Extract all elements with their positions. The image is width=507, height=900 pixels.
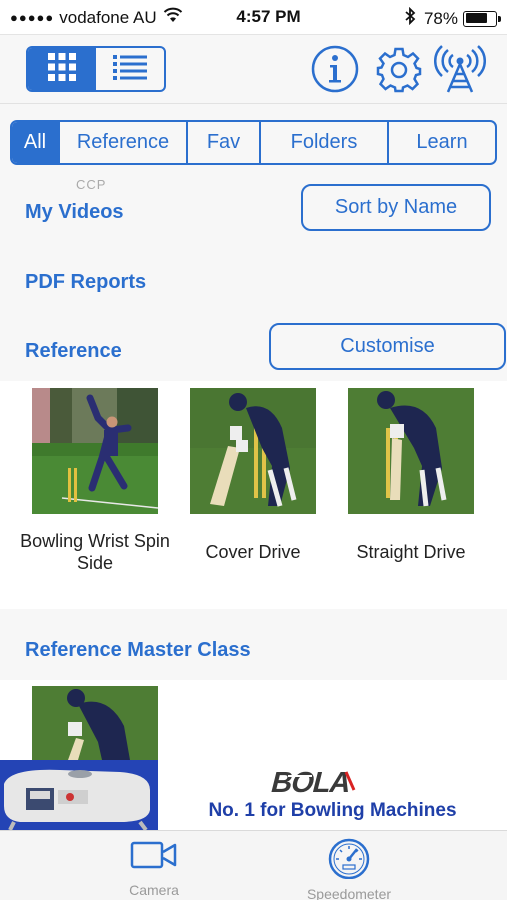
- battery-icon: [463, 10, 501, 27]
- list-view-button[interactable]: [96, 48, 164, 90]
- tab-speedometer[interactable]: Speedometer: [269, 835, 429, 900]
- list-icon: [113, 54, 147, 85]
- status-time: 4:57 PM: [236, 7, 301, 26]
- battery-fill: [465, 13, 488, 23]
- video-title: Straight Drive: [356, 542, 466, 562]
- ccp-label: CCP: [76, 177, 107, 192]
- tab-reference[interactable]: Reference: [58, 122, 186, 163]
- battery-percent: 78%: [423, 8, 458, 28]
- bluetooth-icon: [404, 6, 416, 30]
- tab-speedometer-label: Speedometer: [306, 886, 392, 900]
- status-right: 78%: [404, 6, 501, 30]
- reference-videos-band: Bowling Wrist Spin Side Cover Drive Stra…: [0, 381, 507, 609]
- toolbar: [0, 34, 507, 104]
- broadcast-icon[interactable]: [433, 44, 487, 99]
- sort-by-name-button[interactable]: Sort by Name: [301, 184, 491, 231]
- tab-folders[interactable]: Folders: [259, 122, 387, 163]
- ad-banner[interactable]: BOLA No. 1 for Bowling Machines: [0, 760, 507, 830]
- status-bar: ●●●●● vodafone AU 4:57 PM 78%: [0, 0, 507, 34]
- pdf-reports-link[interactable]: PDF Reports: [25, 271, 146, 294]
- camera-icon: [74, 835, 234, 880]
- tab-learn[interactable]: Learn: [387, 122, 495, 163]
- view-mode-toggle: [26, 46, 166, 92]
- grid-icon: [47, 52, 77, 87]
- speedometer-icon: [269, 835, 429, 884]
- video-thumbnail-bowling-wrist-spin-side[interactable]: [32, 388, 158, 514]
- bottom-tab-bar: Camera Speedometer: [0, 830, 507, 900]
- grid-view-button[interactable]: [28, 48, 96, 90]
- tab-camera-label: Camera: [129, 882, 179, 898]
- bowling-machine-image: [0, 760, 158, 830]
- video-thumbnail-cover-drive[interactable]: [190, 388, 316, 514]
- customise-button[interactable]: Customise: [269, 323, 506, 370]
- svg-text:BOLA: BOLA: [268, 766, 355, 796]
- video-title: Bowling Wrist Spin Side: [20, 531, 170, 573]
- tab-all[interactable]: All: [12, 122, 58, 163]
- master-class-band: [0, 680, 507, 760]
- info-icon[interactable]: [310, 44, 360, 99]
- ad-tagline: No. 1 for Bowling Machines: [208, 800, 457, 821]
- tab-camera[interactable]: Camera: [74, 835, 234, 898]
- reference-master-class-title[interactable]: Reference Master Class: [25, 639, 251, 662]
- tab-fav[interactable]: Fav: [186, 122, 259, 163]
- filter-tabs: All Reference Fav Folders Learn: [10, 120, 497, 165]
- reference-section-title[interactable]: Reference: [25, 340, 122, 363]
- gear-icon[interactable]: [374, 44, 424, 99]
- video-title: Cover Drive: [205, 542, 301, 562]
- master-class-video-thumbnail[interactable]: [32, 686, 158, 760]
- bola-logo: BOLA: [268, 766, 372, 801]
- video-thumbnail-straight-drive[interactable]: [348, 388, 474, 514]
- my-videos-link[interactable]: My Videos: [25, 201, 124, 224]
- battery-cap: [498, 15, 501, 22]
